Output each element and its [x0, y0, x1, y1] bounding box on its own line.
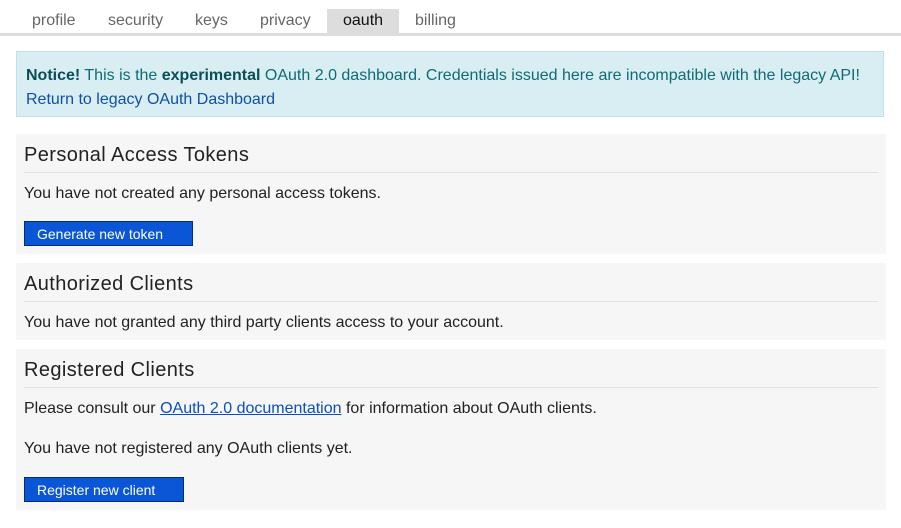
authorized-clients-section: Authorized Clients You have not granted … [16, 263, 886, 340]
tab-profile[interactable]: profile [16, 9, 92, 33]
notice-text-2: OAuth 2.0 dashboard. Credentials issued … [260, 67, 860, 84]
notice-emphasis: experimental [161, 67, 261, 84]
registered-clients-section: Registered Clients Please consult our OA… [16, 349, 886, 510]
tokens-heading: Personal Access Tokens [24, 134, 878, 173]
tab-oauth[interactable]: oauth [327, 9, 400, 33]
notice-banner: Notice! This is the experimental OAuth 2… [16, 51, 884, 117]
authorized-heading: Authorized Clients [24, 263, 878, 302]
registered-heading: Registered Clients [24, 349, 878, 388]
oauth-documentation-link[interactable]: OAuth 2.0 documentation [160, 400, 341, 417]
legacy-dashboard-link[interactable]: Return to legacy OAuth Dashboard [26, 91, 275, 108]
tab-keys[interactable]: keys [179, 9, 244, 33]
tab-privacy[interactable]: privacy [244, 9, 327, 33]
authorized-empty-message: You have not granted any third party cli… [24, 314, 504, 331]
register-client-button[interactable]: Register new client [24, 477, 184, 502]
registered-empty-message: You have not registered any OAuth client… [24, 440, 353, 457]
generate-token-button[interactable]: Generate new token [24, 221, 193, 246]
tab-bar: profile security keys privacy oauth bill… [0, 0, 901, 36]
personal-access-tokens-section: Personal Access Tokens You have not crea… [16, 134, 886, 254]
tab-security[interactable]: security [92, 9, 179, 33]
consult-suffix: for information about OAuth clients. [341, 400, 597, 417]
notice-strong: Notice! [26, 67, 81, 84]
tab-billing[interactable]: billing [399, 9, 472, 33]
tokens-empty-message: You have not created any personal access… [24, 185, 381, 202]
notice-text-1: This is the [80, 67, 162, 84]
consult-prefix: Please consult our [24, 400, 161, 417]
notice-text: Notice! This is the experimental OAuth 2… [26, 64, 874, 88]
registered-consult-text: Please consult our OAuth 2.0 documentati… [24, 399, 878, 419]
